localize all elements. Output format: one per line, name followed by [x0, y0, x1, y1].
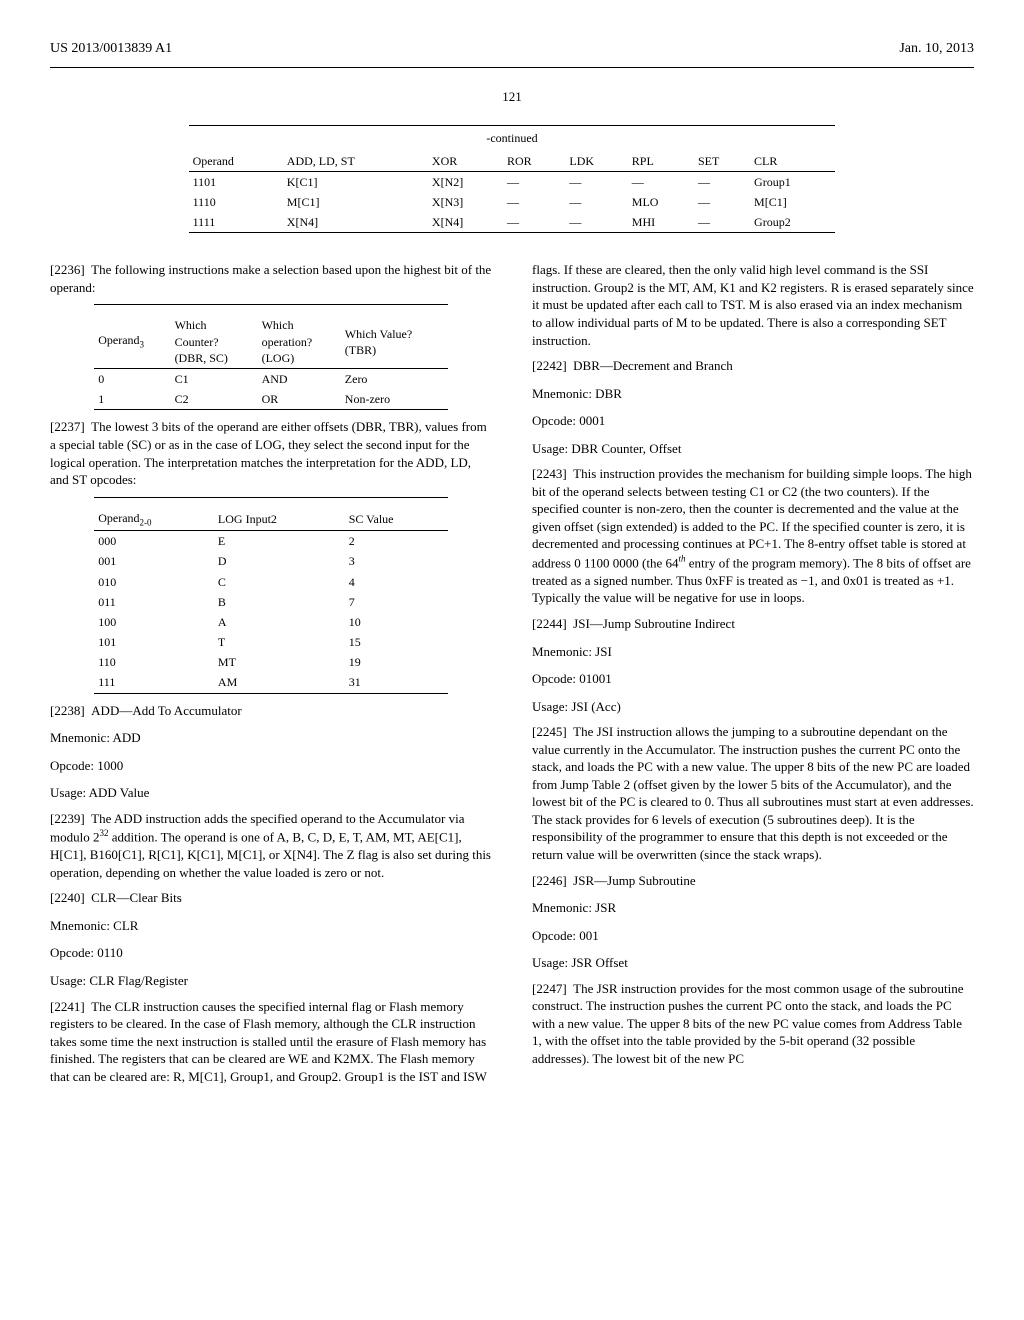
table-row: 010C4	[94, 572, 448, 592]
th-operand: Operand	[189, 151, 283, 172]
clr-mnemonic: Mnemonic: CLR	[50, 917, 492, 935]
paragraph-2244: [2244] JSI—Jump Subroutine Indirect	[532, 615, 974, 633]
table-row: 100A10	[94, 612, 448, 632]
paragraph-2239: [2239] The ADD instruction adds the spec…	[50, 810, 492, 882]
clr-usage: Usage: CLR Flag/Register	[50, 972, 492, 990]
th-value: Which Value?(TBR)	[341, 315, 448, 368]
table-row: 000E2	[94, 531, 448, 552]
dbr-opcode: Opcode: 0001	[532, 412, 974, 430]
table-row: 1101 K[C1] X[N2] — — — — Group1	[189, 171, 836, 192]
table-continued: -continued Operand ADD, LD, ST XOR ROR L…	[189, 125, 836, 233]
th-operation: Whichoperation?(LOG)	[258, 315, 341, 368]
table-operand20: Operand2-0 LOG Input2 SC Value 000E2 001…	[94, 497, 448, 694]
th-add: ADD, LD, ST	[283, 151, 428, 172]
table-row: 0 C1 AND Zero	[94, 369, 448, 390]
paragraph-2240: [2240] CLR—Clear Bits	[50, 889, 492, 907]
table-operand3: Operand3 WhichCounter?(DBR, SC) Whichope…	[94, 304, 448, 410]
add-usage: Usage: ADD Value	[50, 784, 492, 802]
dbr-mnemonic: Mnemonic: DBR	[532, 385, 974, 403]
paragraph-2245: [2245] The JSI instruction allows the ju…	[532, 723, 974, 863]
th-clr: CLR	[750, 151, 835, 172]
page-number: 121	[50, 88, 974, 106]
paragraph-2241: [2241] The CLR instruction causes the sp…	[50, 998, 492, 1086]
th-ror: ROR	[503, 151, 565, 172]
dbr-usage: Usage: DBR Counter, Offset	[532, 440, 974, 458]
left-column: [2236] The following instructions make a…	[50, 253, 492, 1093]
th-counter: WhichCounter?(DBR, SC)	[171, 315, 258, 368]
table-row: 1110 M[C1] X[N3] — — MLO — M[C1]	[189, 192, 836, 212]
table-row: 111AM31	[94, 672, 448, 693]
right-column: flags. If these are cleared, then the on…	[532, 253, 974, 1093]
paragraph-2237: [2237] The lowest 3 bits of the operand …	[50, 418, 492, 488]
add-mnemonic: Mnemonic: ADD	[50, 729, 492, 747]
jsr-usage: Usage: JSR Offset	[532, 954, 974, 972]
paragraph-2238: [2238] ADD—Add To Accumulator	[50, 702, 492, 720]
th-set: SET	[694, 151, 750, 172]
header-rule	[50, 67, 974, 68]
paragraph-2242: [2242] DBR—Decrement and Branch	[532, 357, 974, 375]
paragraph-2243: [2243] This instruction provides the mec…	[532, 465, 974, 607]
th-rpl: RPL	[628, 151, 694, 172]
th-loginput2: LOG Input2	[214, 508, 345, 531]
table-title: -continued	[189, 126, 836, 151]
jsr-opcode: Opcode: 001	[532, 927, 974, 945]
publication-date: Jan. 10, 2013	[899, 40, 974, 59]
jsi-opcode: Opcode: 01001	[532, 670, 974, 688]
publication-number: US 2013/0013839 A1	[50, 40, 172, 59]
paragraph-2236: [2236] The following instructions make a…	[50, 261, 492, 296]
paragraph-right-top: flags. If these are cleared, then the on…	[532, 261, 974, 349]
th-operand20: Operand2-0	[94, 508, 214, 531]
jsi-usage: Usage: JSI (Acc)	[532, 698, 974, 716]
table-row: 011B7	[94, 592, 448, 612]
jsr-mnemonic: Mnemonic: JSR	[532, 899, 974, 917]
paragraph-2246: [2246] JSR—Jump Subroutine	[532, 872, 974, 890]
table-row: 1111 X[N4] X[N4] — — MHI — Group2	[189, 212, 836, 233]
th-operand3: Operand3	[94, 315, 170, 368]
th-xor: XOR	[428, 151, 503, 172]
table-row: 101T15	[94, 632, 448, 652]
jsi-mnemonic: Mnemonic: JSI	[532, 643, 974, 661]
th-scvalue: SC Value	[345, 508, 448, 531]
table-row: 110MT19	[94, 652, 448, 672]
table-row: 001D3	[94, 551, 448, 571]
clr-opcode: Opcode: 0110	[50, 944, 492, 962]
th-ldk: LDK	[565, 151, 627, 172]
table-row: 1 C2 OR Non-zero	[94, 389, 448, 410]
add-opcode: Opcode: 1000	[50, 757, 492, 775]
paragraph-2247: [2247] The JSR instruction provides for …	[532, 980, 974, 1068]
page-header: US 2013/0013839 A1 Jan. 10, 2013	[50, 40, 974, 59]
